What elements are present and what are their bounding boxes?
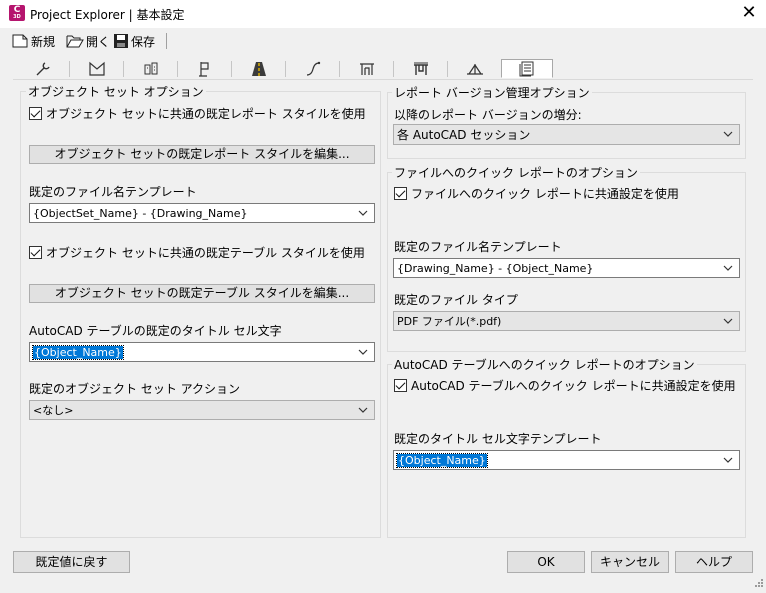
tab-corridor[interactable] [394, 59, 447, 79]
app-icon-sub: 3D [13, 14, 21, 20]
quick-file-common-label: ファイルへのクイック レポートに共通設定を使用 [411, 187, 679, 201]
object-set-options-legend: オブジェクト セット オプション [26, 83, 206, 100]
quick-file-template-label: 既定のファイル名テンプレート [394, 240, 562, 254]
open-button[interactable]: 開く [66, 32, 110, 50]
corridor-icon [412, 60, 430, 78]
window-title: Project Explorer | 基本設定 [30, 8, 185, 22]
alignment-icon [304, 60, 322, 78]
chevron-down-icon [357, 207, 369, 219]
flag-icon [196, 60, 214, 78]
checkbox-check-icon [394, 379, 407, 392]
road-icon [250, 60, 268, 78]
chevron-down-icon [722, 454, 734, 466]
quick-file-template-value: {Drawing_Name} - {Object_Name} [397, 261, 594, 275]
checkbox-check-icon [394, 187, 407, 200]
tab-profile[interactable] [340, 59, 393, 79]
increment-value: 各 AutoCAD セッション [397, 128, 531, 142]
title-template-label: 既定のタイトル セル文字テンプレート [394, 432, 602, 446]
resize-grip-icon[interactable] [752, 578, 764, 593]
app-icon: C 3D [9, 5, 25, 21]
folder-open-icon [66, 34, 84, 48]
open-button-label: 開く [86, 34, 111, 49]
filename-template-combo[interactable]: {ObjectSet_Name} - {Drawing_Name} [29, 203, 375, 223]
use-common-table-style-label: オブジェクト セットに共通の既定テーブル スタイルを使用 [46, 246, 365, 260]
close-icon: ✕ [741, 2, 757, 23]
surface-icon [88, 60, 106, 78]
use-common-table-style-checkbox[interactable]: オブジェクト セットに共通の既定テーブル スタイルを使用 [29, 244, 365, 261]
ok-button[interactable]: OK [507, 551, 585, 573]
quick-table-legend: AutoCAD テーブルへのクイック レポートのオプション [392, 356, 697, 373]
save-icon [113, 33, 129, 49]
report-version-legend: レポート バージョン管理オプション [392, 84, 592, 101]
chevron-down-icon [722, 128, 734, 140]
tab-grading[interactable] [448, 59, 501, 79]
grading-icon [466, 60, 484, 78]
title-template-value: {Object_Name} [396, 452, 488, 468]
file-type-label: 既定のファイル タイプ [394, 293, 518, 307]
wrench-icon [34, 60, 52, 78]
default-action-value: <なし> [33, 404, 74, 417]
quick-table-common-label: AutoCAD テーブルへのクイック レポートに共通設定を使用 [411, 379, 736, 393]
new-document-icon [12, 34, 29, 48]
increment-combo[interactable]: 各 AutoCAD セッション [393, 124, 740, 145]
save-button-label: 保存 [131, 34, 156, 49]
default-action-label: 既定のオブジェクト セット アクション [29, 382, 241, 396]
tab-alignment[interactable] [286, 59, 339, 79]
profile-icon [358, 60, 376, 78]
checkbox-check-icon [29, 107, 42, 120]
close-button[interactable]: ✕ [737, 2, 761, 24]
toolbar-separator [166, 33, 167, 49]
title-template-combo[interactable]: {Object_Name} [393, 450, 740, 470]
file-type-combo[interactable]: PDF ファイル(*.pdf) [393, 311, 740, 331]
reset-defaults-button[interactable]: 既定値に戻す [13, 551, 130, 573]
tab-road[interactable] [232, 59, 285, 79]
quick-file-template-combo[interactable]: {Drawing_Name} - {Object_Name} [393, 258, 740, 278]
use-common-report-style-checkbox[interactable]: オブジェクト セットに共通の既定レポート スタイルを使用 [29, 105, 366, 122]
cancel-button[interactable]: キャンセル [591, 551, 669, 573]
default-action-combo[interactable]: <なし> [29, 400, 375, 420]
filename-template-value: {ObjectSet_Name} - {Drawing_Name} [33, 206, 248, 220]
help-button[interactable]: ヘルプ [675, 551, 753, 573]
chevron-down-icon [357, 346, 369, 358]
tab-general[interactable] [16, 59, 69, 79]
parcel-icon [142, 60, 160, 78]
edit-table-style-button[interactable]: オブジェクト セットの既定テーブル スタイルを編集... [29, 284, 375, 303]
new-button[interactable]: 新規 [12, 32, 55, 50]
edit-report-style-button[interactable]: オブジェクト セットの既定レポート スタイルを編集... [29, 145, 375, 164]
checkbox-check-icon [29, 246, 42, 259]
table-title-value: {Object_Name} [32, 344, 124, 360]
tab-parcel[interactable] [124, 59, 177, 79]
quick-file-legend: ファイルへのクイック レポートのオプション [392, 164, 640, 181]
increment-label: 以降のレポート バージョンの増分: [394, 108, 582, 122]
quick-table-common-checkbox[interactable]: AutoCAD テーブルへのクイック レポートに共通設定を使用 [394, 377, 736, 394]
table-title-combo[interactable]: {Object_Name} [29, 342, 375, 362]
new-button-label: 新規 [31, 34, 56, 49]
chevron-down-icon [357, 404, 369, 416]
report-settings-icon [518, 60, 536, 78]
chevron-down-icon [722, 262, 734, 274]
chevron-down-icon [722, 315, 734, 327]
save-button[interactable]: 保存 [113, 32, 155, 50]
filename-template-label: 既定のファイル名テンプレート [29, 185, 197, 199]
use-common-report-style-label: オブジェクト セットに共通の既定レポート スタイルを使用 [46, 107, 366, 121]
tab-report-settings[interactable] [501, 59, 553, 78]
table-title-label: AutoCAD テーブルの既定のタイトル セル文字 [29, 324, 282, 338]
file-type-value: PDF ファイル(*.pdf) [397, 315, 502, 328]
tab-flag[interactable] [178, 59, 231, 79]
quick-file-common-checkbox[interactable]: ファイルへのクイック レポートに共通設定を使用 [394, 185, 679, 202]
tab-surface[interactable] [70, 59, 123, 79]
